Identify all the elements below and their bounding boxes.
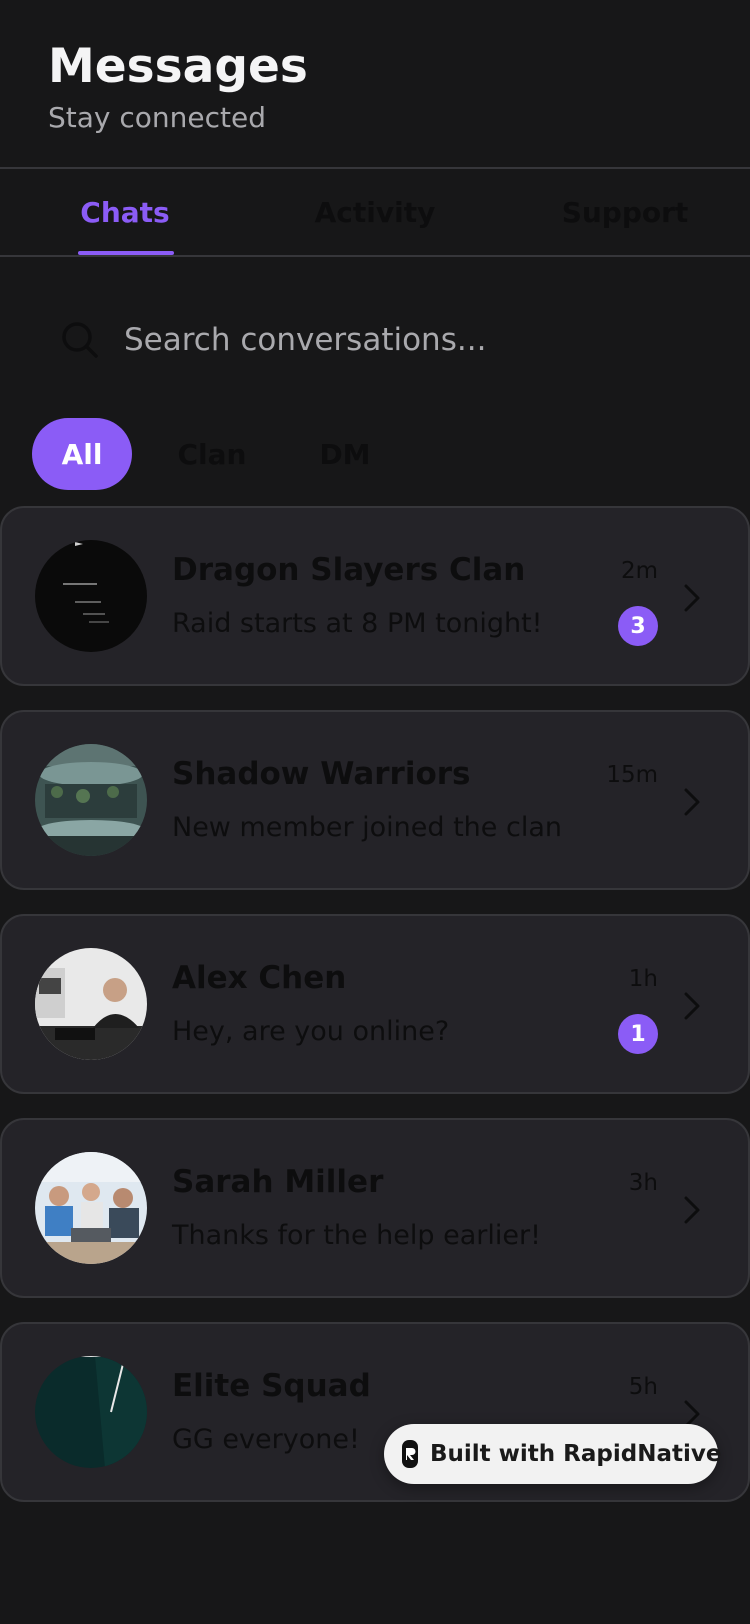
chat-preview: Hey, are you online? (172, 1016, 450, 1047)
chat-name: Shadow Warriors (172, 756, 471, 792)
tab-support[interactable]: Support (548, 169, 702, 255)
page-header: Messages Stay connected (48, 34, 308, 136)
chat-preview: Raid starts at 8 PM tonight! (172, 608, 543, 639)
chat-preview: GG everyone! (172, 1424, 360, 1455)
unread-badge: 1 (618, 1014, 658, 1054)
chat-time: 2m (620, 558, 658, 584)
filter-all[interactable]: All (32, 418, 132, 490)
chat-item-shadow-warriors[interactable]: Shadow Warriors New member joined the cl… (0, 710, 750, 890)
tab-chats[interactable]: Chats (48, 169, 202, 255)
messages-screen: Messages Stay connected Chats Activity S… (0, 0, 750, 1624)
search-input[interactable] (124, 322, 684, 358)
avatar (35, 1152, 147, 1264)
search-icon (62, 322, 98, 358)
chat-name: Alex Chen (172, 960, 347, 996)
unread-badge: 3 (618, 606, 658, 646)
chat-item-dragon-slayers-clan[interactable]: Dragon Slayers Clan Raid starts at 8 PM … (0, 506, 750, 686)
chat-preview: New member joined the clan (172, 812, 562, 843)
built-with-label: Built with RapidNative (430, 1441, 722, 1467)
chevron-right-icon (684, 584, 700, 612)
avatar (35, 948, 147, 1060)
avatar (35, 1356, 147, 1468)
tab-activity[interactable]: Activity (300, 169, 450, 255)
filter-dm[interactable]: DM (300, 418, 390, 490)
active-tab-indicator (78, 251, 174, 255)
built-with-rapidnative-badge[interactable]: Built with RapidNative (384, 1424, 722, 1484)
chat-name: Elite Squad (172, 1368, 371, 1404)
avatar (35, 744, 147, 856)
chat-item-sarah-miller[interactable]: Sarah Miller Thanks for the help earlier… (0, 1118, 750, 1298)
chat-time: 3h (628, 1170, 658, 1196)
filter-clan[interactable]: Clan (162, 418, 262, 490)
tab-bar: Chats Activity Support (0, 167, 750, 257)
search-bar (60, 305, 700, 375)
chat-time: 5h (628, 1374, 658, 1400)
page-title: Messages (48, 39, 308, 94)
avatar (35, 540, 147, 652)
rapidnative-logo-icon (402, 1440, 418, 1468)
chat-time: 1h (628, 966, 658, 992)
chevron-right-icon (684, 992, 700, 1020)
page-subtitle: Stay connected (48, 100, 266, 134)
chevron-right-icon (684, 1196, 700, 1224)
chat-preview: Thanks for the help earlier! (172, 1220, 541, 1251)
chat-time: 15m (606, 762, 658, 788)
chat-name: Dragon Slayers Clan (172, 552, 526, 588)
chat-name: Sarah Miller (172, 1164, 384, 1200)
chat-item-alex-chen[interactable]: Alex Chen Hey, are you online? 1h 1 (0, 914, 750, 1094)
chevron-right-icon (684, 788, 700, 816)
